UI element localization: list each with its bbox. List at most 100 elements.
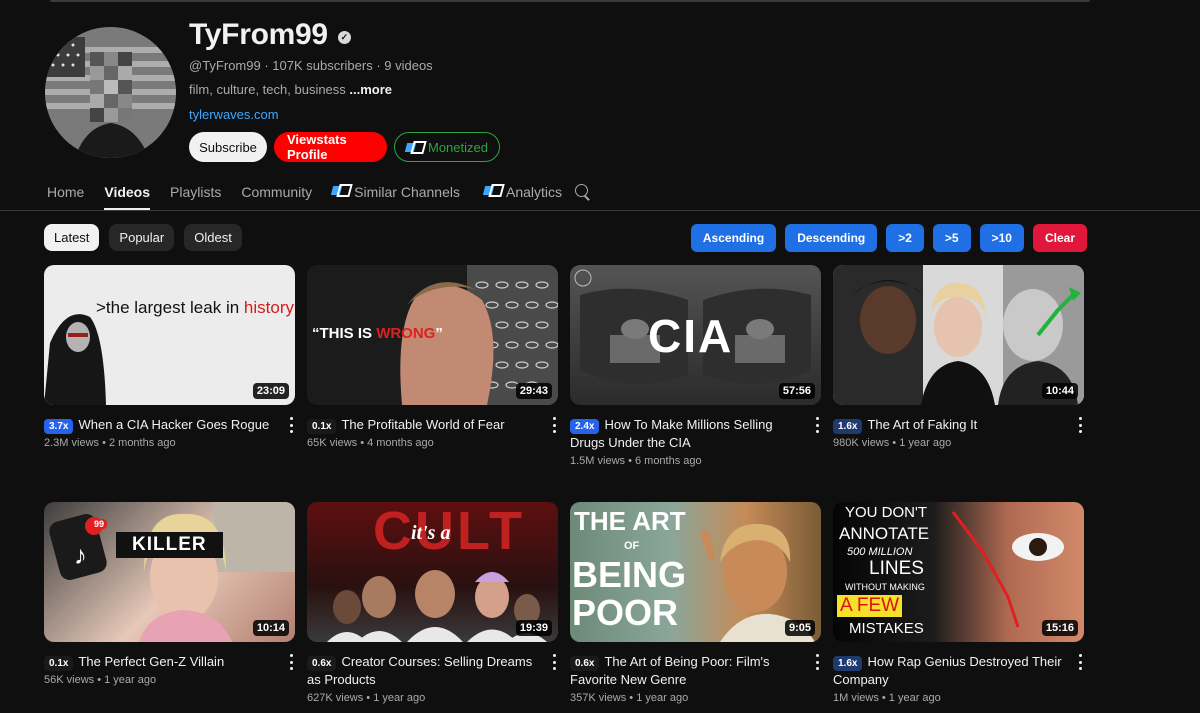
video-title-row[interactable]: 1.6x How Rap Genius Destroyed Their Compa… (833, 653, 1084, 689)
video-title[interactable]: How To Make Millions Selling Drugs Under… (570, 417, 773, 450)
channel-name: TyFrom99 ✓ (189, 18, 351, 52)
tab-similar-label: Similar Channels (354, 184, 460, 200)
thumbnail-caption: THE ART (574, 506, 686, 536)
search-tab[interactable] (574, 176, 590, 210)
video-card[interactable]: CIA 57:56 2.4x How To Make Millions Selli… (570, 265, 821, 502)
video-card[interactable]: 10:44 1.6x The Art of Faking It 980K view… (833, 265, 1084, 502)
clear-button[interactable]: Clear (1032, 224, 1087, 252)
video-duration: 9:05 (784, 620, 815, 636)
ascending-button[interactable]: Ascending (690, 224, 777, 252)
monetized-label: Monetized (428, 139, 488, 155)
outlier-badge: 0.6x (307, 656, 337, 671)
video-thumbnail[interactable]: 10:44 (833, 265, 1084, 405)
video-duration: 29:43 (515, 383, 552, 399)
outlier-badge: 1.6x (833, 419, 863, 434)
video-title-row[interactable]: 0.6x The Art of Being Poor: Film's Favori… (570, 653, 821, 689)
more-options-icon[interactable] (1078, 654, 1082, 670)
filter-gt2-button[interactable]: >2 (886, 224, 924, 252)
outlier-badge: 3.7x (44, 419, 74, 434)
more-options-icon[interactable] (815, 417, 819, 433)
video-title[interactable]: The Art of Faking It (867, 417, 977, 432)
more-options-icon[interactable] (289, 417, 293, 433)
video-stats: 357K views • 1 year ago (570, 692, 689, 704)
video-title-row[interactable]: 3.7x When a CIA Hacker Goes Rogue (44, 416, 295, 434)
thumbnail-caption-6: A FEW (837, 595, 903, 617)
video-thumbnail[interactable]: >the largest leak in history 23:09 (44, 265, 295, 405)
thumbnail-caption-5: WITHOUT MAKING (845, 582, 925, 592)
video-title[interactable]: How Rap Genius Destroyed Their Company (833, 654, 1062, 687)
subscribe-button[interactable]: Subscribe (189, 132, 267, 162)
video-title-row[interactable]: 0.1x The Profitable World of Fear (307, 416, 558, 434)
video-thumbnail[interactable]: YOU DON'T ANNOTATE 500 MILLION LINES WIT… (833, 502, 1084, 642)
video-thumbnail[interactable]: THE ART OF BEING POOR 9:05 (570, 502, 821, 642)
video-card[interactable]: YOU DON'T ANNOTATE 500 MILLION LINES WIT… (833, 502, 1084, 713)
video-thumbnail[interactable]: CIA 57:56 (570, 265, 821, 405)
thumbnail-caption-poor: POOR (572, 592, 679, 633)
channel-name-text: TyFrom99 (189, 18, 328, 51)
more-options-icon[interactable] (552, 417, 556, 433)
tab-playlists[interactable]: Playlists (170, 176, 221, 210)
outlier-badge: 0.1x (44, 656, 74, 671)
more-options-icon[interactable] (815, 654, 819, 670)
video-stats: 1.5M views • 6 months ago (570, 455, 702, 467)
video-thumbnail[interactable]: “THIS IS WRONG” 29:43 (307, 265, 558, 405)
filter-gt10-button[interactable]: >10 (979, 224, 1024, 252)
avatar-image (45, 27, 176, 158)
chip-oldest[interactable]: Oldest (184, 224, 242, 251)
video-stats: 980K views • 1 year ago (833, 437, 952, 449)
thumbnail-caption-3: 500 MILLION (847, 546, 913, 558)
video-title[interactable]: When a CIA Hacker Goes Rogue (78, 417, 269, 432)
thumbnail-caption-4: LINES (869, 558, 924, 579)
more-options-icon[interactable] (552, 654, 556, 670)
viewstats-profile-button[interactable]: Viewstats Profile (274, 132, 387, 162)
description-text: film, culture, tech, business (189, 82, 350, 97)
video-duration: 19:39 (515, 620, 552, 636)
filter-gt5-button[interactable]: >5 (932, 224, 971, 252)
video-title-row[interactable]: 2.4x How To Make Millions Selling Drugs U… (570, 416, 821, 452)
more-link[interactable]: ...more (349, 82, 392, 97)
outlier-sort-controls: Ascending Descending >2 >5 >10 Clear (690, 224, 1087, 252)
descending-button[interactable]: Descending (785, 224, 878, 252)
video-card[interactable]: CULT it's a 19:39 0.6x Creator Courses: S… (307, 502, 558, 713)
video-title[interactable]: The Art of Being Poor: Film's Favorite N… (570, 654, 770, 687)
chip-popular[interactable]: Popular (109, 224, 175, 251)
channel-meta: @TyFrom99 · 107K subscribers · 9 videos (189, 58, 433, 73)
more-options-icon[interactable] (1078, 417, 1082, 433)
video-title[interactable]: Creator Courses: Selling Dreams as Produ… (307, 654, 532, 687)
video-stats: 2.3M views • 2 months ago (44, 437, 176, 449)
video-card[interactable]: >the largest leak in history 23:09 3.7x W… (44, 265, 295, 502)
video-title[interactable]: The Perfect Gen-Z Villain (78, 654, 224, 669)
thumbnail-caption: YOU DON'T (845, 504, 928, 521)
video-title[interactable]: The Profitable World of Fear (341, 417, 504, 432)
tab-community[interactable]: Community (241, 176, 312, 210)
video-duration: 15:16 (1041, 620, 1078, 636)
channel-link[interactable]: tylerwaves.com (189, 107, 279, 122)
video-title-row[interactable]: 1.6x The Art of Faking It (833, 416, 1084, 434)
video-duration: 10:14 (252, 620, 289, 636)
verified-check-icon: ✓ (337, 30, 351, 44)
video-title-row[interactable]: 0.1x The Perfect Gen-Z Villain (44, 653, 295, 671)
monetized-button[interactable]: Monetized (394, 132, 500, 162)
thumbnail-caption-being: BEING (572, 554, 687, 595)
video-duration: 10:44 (1041, 383, 1078, 399)
video-card[interactable]: ♪ 99 KILLER 10:14 0.1x The Perfect Gen-Z … (44, 502, 295, 713)
channel-description[interactable]: film, culture, tech, business ...more (189, 82, 392, 97)
video-card[interactable]: THE ART OF BEING POOR 9:05 0.6x The Art o… (570, 502, 821, 713)
tab-videos[interactable]: Videos (104, 176, 150, 210)
video-thumbnail[interactable]: ♪ 99 KILLER 10:14 (44, 502, 295, 642)
tab-home[interactable]: Home (47, 176, 84, 210)
video-card[interactable]: “THIS IS WRONG” 29:43 0.1x The Profitable… (307, 265, 558, 502)
tab-analytics[interactable]: Analytics (484, 176, 562, 210)
tab-similar-channels[interactable]: Similar Channels (332, 176, 460, 210)
video-thumbnail[interactable]: CULT it's a 19:39 (307, 502, 558, 642)
video-stats: 65K views • 4 months ago (307, 437, 434, 449)
outlier-badge: 1.6x (833, 656, 863, 671)
viewstats-logo-icon (406, 141, 422, 154)
channel-avatar[interactable] (45, 27, 176, 158)
thumbnail-caption-of: OF (624, 540, 640, 552)
more-options-icon[interactable] (289, 654, 293, 670)
viewstats-logo-icon (484, 184, 500, 197)
video-stats: 56K views • 1 year ago (44, 674, 157, 686)
chip-latest[interactable]: Latest (44, 224, 100, 251)
video-title-row[interactable]: 0.6x Creator Courses: Selling Dreams as P… (307, 653, 558, 689)
